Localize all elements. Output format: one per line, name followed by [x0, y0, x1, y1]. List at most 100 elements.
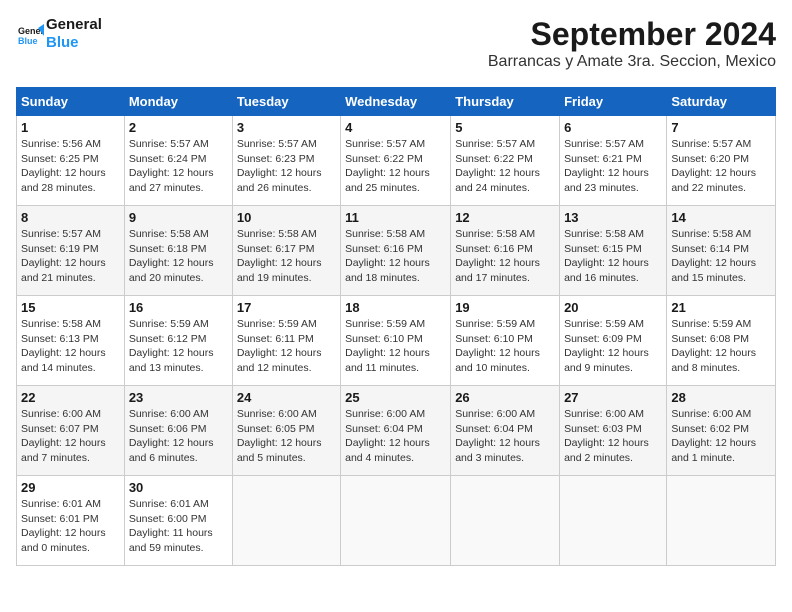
col-header-tuesday: Tuesday: [232, 88, 340, 116]
calendar-cell: 1 Sunrise: 5:56 AMSunset: 6:25 PMDayligh…: [17, 116, 125, 206]
day-number: 27: [564, 390, 662, 405]
day-detail: Sunrise: 5:58 AMSunset: 6:15 PMDaylight:…: [564, 228, 649, 284]
col-header-sunday: Sunday: [17, 88, 125, 116]
day-number: 20: [564, 300, 662, 315]
day-number: 7: [671, 120, 771, 135]
day-number: 30: [129, 480, 228, 495]
calendar-cell: 26 Sunrise: 6:00 AMSunset: 6:04 PMDaylig…: [451, 386, 560, 476]
day-detail: Sunrise: 5:58 AMSunset: 6:13 PMDaylight:…: [21, 318, 106, 374]
day-number: 17: [237, 300, 336, 315]
col-header-thursday: Thursday: [451, 88, 560, 116]
calendar-cell: 5 Sunrise: 5:57 AMSunset: 6:22 PMDayligh…: [451, 116, 560, 206]
calendar-cell: 6 Sunrise: 5:57 AMSunset: 6:21 PMDayligh…: [560, 116, 667, 206]
day-detail: Sunrise: 6:00 AMSunset: 6:04 PMDaylight:…: [455, 408, 540, 464]
day-number: 24: [237, 390, 336, 405]
calendar-cell: 4 Sunrise: 5:57 AMSunset: 6:22 PMDayligh…: [341, 116, 451, 206]
day-number: 10: [237, 210, 336, 225]
day-detail: Sunrise: 5:57 AMSunset: 6:24 PMDaylight:…: [129, 138, 214, 194]
calendar-cell: 14 Sunrise: 5:58 AMSunset: 6:14 PMDaylig…: [667, 206, 776, 296]
calendar-cell: 2 Sunrise: 5:57 AMSunset: 6:24 PMDayligh…: [124, 116, 232, 206]
day-number: 23: [129, 390, 228, 405]
calendar-cell: 8 Sunrise: 5:57 AMSunset: 6:19 PMDayligh…: [17, 206, 125, 296]
day-detail: Sunrise: 5:59 AMSunset: 6:10 PMDaylight:…: [345, 318, 430, 374]
day-number: 18: [345, 300, 446, 315]
day-number: 25: [345, 390, 446, 405]
calendar-cell: 28 Sunrise: 6:00 AMSunset: 6:02 PMDaylig…: [667, 386, 776, 476]
col-header-friday: Friday: [560, 88, 667, 116]
svg-text:Blue: Blue: [18, 36, 38, 46]
day-detail: Sunrise: 6:00 AMSunset: 6:06 PMDaylight:…: [129, 408, 214, 464]
calendar-cell: 7 Sunrise: 5:57 AMSunset: 6:20 PMDayligh…: [667, 116, 776, 206]
day-number: 13: [564, 210, 662, 225]
day-number: 16: [129, 300, 228, 315]
day-number: 29: [21, 480, 120, 495]
day-detail: Sunrise: 5:57 AMSunset: 6:22 PMDaylight:…: [455, 138, 540, 194]
location-title: Barrancas y Amate 3ra. Seccion, Mexico: [488, 53, 776, 71]
day-number: 19: [455, 300, 555, 315]
day-detail: Sunrise: 5:59 AMSunset: 6:08 PMDaylight:…: [671, 318, 756, 374]
calendar-cell: 9 Sunrise: 5:58 AMSunset: 6:18 PMDayligh…: [124, 206, 232, 296]
calendar-cell: 21 Sunrise: 5:59 AMSunset: 6:08 PMDaylig…: [667, 296, 776, 386]
day-detail: Sunrise: 6:00 AMSunset: 6:07 PMDaylight:…: [21, 408, 106, 464]
day-detail: Sunrise: 6:01 AMSunset: 6:00 PMDaylight:…: [129, 498, 213, 554]
day-number: 14: [671, 210, 771, 225]
calendar-cell: 17 Sunrise: 5:59 AMSunset: 6:11 PMDaylig…: [232, 296, 340, 386]
calendar-cell: 20 Sunrise: 5:59 AMSunset: 6:09 PMDaylig…: [560, 296, 667, 386]
calendar-cell: [451, 476, 560, 566]
day-detail: Sunrise: 5:58 AMSunset: 6:14 PMDaylight:…: [671, 228, 756, 284]
logo: General Blue General Blue: [16, 16, 102, 52]
day-number: 12: [455, 210, 555, 225]
day-detail: Sunrise: 5:56 AMSunset: 6:25 PMDaylight:…: [21, 138, 106, 194]
day-detail: Sunrise: 6:00 AMSunset: 6:05 PMDaylight:…: [237, 408, 322, 464]
day-detail: Sunrise: 5:58 AMSunset: 6:16 PMDaylight:…: [345, 228, 430, 284]
day-detail: Sunrise: 5:58 AMSunset: 6:16 PMDaylight:…: [455, 228, 540, 284]
calendar-cell: 3 Sunrise: 5:57 AMSunset: 6:23 PMDayligh…: [232, 116, 340, 206]
calendar-cell: 18 Sunrise: 5:59 AMSunset: 6:10 PMDaylig…: [341, 296, 451, 386]
day-detail: Sunrise: 5:57 AMSunset: 6:22 PMDaylight:…: [345, 138, 430, 194]
day-detail: Sunrise: 5:59 AMSunset: 6:09 PMDaylight:…: [564, 318, 649, 374]
logo-blue: Blue: [46, 34, 102, 52]
day-detail: Sunrise: 5:59 AMSunset: 6:12 PMDaylight:…: [129, 318, 214, 374]
day-number: 3: [237, 120, 336, 135]
calendar-cell: [667, 476, 776, 566]
day-number: 6: [564, 120, 662, 135]
col-header-wednesday: Wednesday: [341, 88, 451, 116]
calendar-cell: 23 Sunrise: 6:00 AMSunset: 6:06 PMDaylig…: [124, 386, 232, 476]
day-number: 4: [345, 120, 446, 135]
day-detail: Sunrise: 5:57 AMSunset: 6:19 PMDaylight:…: [21, 228, 106, 284]
calendar-cell: 11 Sunrise: 5:58 AMSunset: 6:16 PMDaylig…: [341, 206, 451, 296]
day-number: 9: [129, 210, 228, 225]
calendar-cell: 16 Sunrise: 5:59 AMSunset: 6:12 PMDaylig…: [124, 296, 232, 386]
calendar-cell: 13 Sunrise: 5:58 AMSunset: 6:15 PMDaylig…: [560, 206, 667, 296]
calendar-table: SundayMondayTuesdayWednesdayThursdayFrid…: [16, 87, 776, 566]
day-detail: Sunrise: 5:59 AMSunset: 6:10 PMDaylight:…: [455, 318, 540, 374]
calendar-cell: 15 Sunrise: 5:58 AMSunset: 6:13 PMDaylig…: [17, 296, 125, 386]
day-number: 5: [455, 120, 555, 135]
calendar-cell: 25 Sunrise: 6:00 AMSunset: 6:04 PMDaylig…: [341, 386, 451, 476]
day-number: 8: [21, 210, 120, 225]
month-title: September 2024: [488, 16, 776, 53]
day-number: 28: [671, 390, 771, 405]
day-detail: Sunrise: 6:01 AMSunset: 6:01 PMDaylight:…: [21, 498, 106, 554]
calendar-cell: 10 Sunrise: 5:58 AMSunset: 6:17 PMDaylig…: [232, 206, 340, 296]
day-detail: Sunrise: 5:57 AMSunset: 6:20 PMDaylight:…: [671, 138, 756, 194]
calendar-cell: 19 Sunrise: 5:59 AMSunset: 6:10 PMDaylig…: [451, 296, 560, 386]
day-number: 11: [345, 210, 446, 225]
day-number: 2: [129, 120, 228, 135]
col-header-saturday: Saturday: [667, 88, 776, 116]
day-detail: Sunrise: 5:57 AMSunset: 6:21 PMDaylight:…: [564, 138, 649, 194]
calendar-cell: 12 Sunrise: 5:58 AMSunset: 6:16 PMDaylig…: [451, 206, 560, 296]
col-header-monday: Monday: [124, 88, 232, 116]
day-detail: Sunrise: 5:58 AMSunset: 6:17 PMDaylight:…: [237, 228, 322, 284]
calendar-cell: 22 Sunrise: 6:00 AMSunset: 6:07 PMDaylig…: [17, 386, 125, 476]
day-detail: Sunrise: 5:59 AMSunset: 6:11 PMDaylight:…: [237, 318, 322, 374]
day-number: 26: [455, 390, 555, 405]
calendar-cell: 27 Sunrise: 6:00 AMSunset: 6:03 PMDaylig…: [560, 386, 667, 476]
calendar-cell: 29 Sunrise: 6:01 AMSunset: 6:01 PMDaylig…: [17, 476, 125, 566]
calendar-cell: 24 Sunrise: 6:00 AMSunset: 6:05 PMDaylig…: [232, 386, 340, 476]
calendar-cell: [560, 476, 667, 566]
logo-general: General: [46, 16, 102, 34]
day-detail: Sunrise: 6:00 AMSunset: 6:04 PMDaylight:…: [345, 408, 430, 464]
calendar-cell: [232, 476, 340, 566]
day-number: 21: [671, 300, 771, 315]
